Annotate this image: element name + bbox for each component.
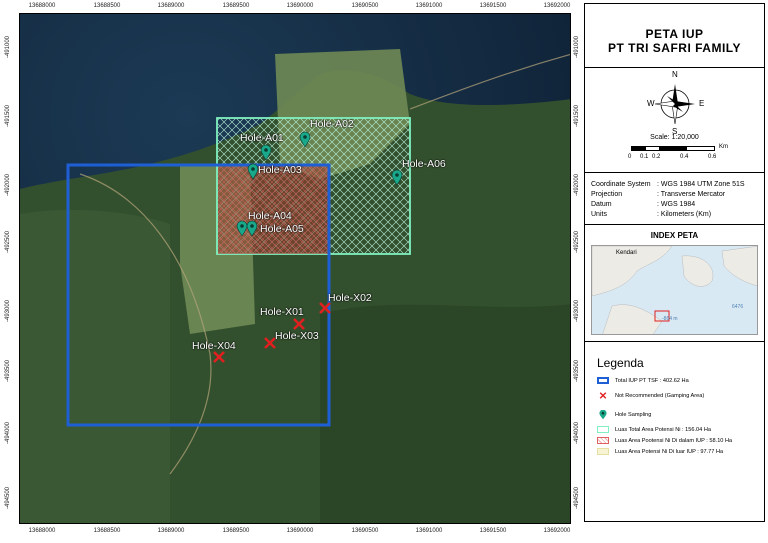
- index-map-place: Kendari: [616, 250, 637, 256]
- y-tick-label: -492500: [5, 230, 11, 254]
- index-map-title: INDEX PETA: [650, 231, 699, 240]
- legend-item: Luas Area Potensi Ni Di luar IUP : 97.77…: [597, 448, 723, 455]
- left-coordinate-ticks: -491000 -491500 -492000 -492500 -493000 -4935…: [0, 13, 19, 524]
- iup-boundary-symbol: [597, 377, 609, 384]
- hole-a02-label: Hole-A02: [310, 118, 354, 130]
- y-tick-label: -494000: [574, 421, 580, 445]
- x-tick-label: 13688000: [28, 3, 56, 9]
- x-tick-label: 13689000: [157, 528, 185, 534]
- y-tick-label: -493000: [574, 299, 580, 323]
- coord-row: Projection: Transverse Mercator: [591, 191, 726, 198]
- y-tick-label: -491000: [5, 35, 11, 59]
- y-tick-label: -492000: [5, 173, 11, 197]
- index-map-sea-label: 6476: [732, 304, 744, 310]
- x-tick-label: 13689000: [157, 3, 185, 9]
- y-tick-label: -493500: [574, 359, 580, 383]
- hole-x03-label: Hole-X03: [275, 330, 319, 342]
- y-tick-label: -491000: [574, 35, 580, 59]
- legend-title: Legenda: [597, 356, 644, 370]
- map-canvas[interactable]: Hole-A01 Hole-A02 Hole-A03 Hole-A04 Hole…: [19, 13, 571, 524]
- index-map-depth-label: -864 m: [662, 316, 678, 322]
- coord-row: Coordinate System: WGS 1984 UTM Zone 51S: [591, 181, 745, 188]
- hole-a06-label: Hole-A06: [402, 158, 446, 170]
- hole-a04-label: Hole-A04: [248, 210, 292, 222]
- hole-x04-label: Hole-X04: [192, 340, 236, 352]
- x-tick-label: 13688000: [28, 528, 56, 534]
- compass-n: N: [672, 70, 678, 79]
- x-marker-icon: [599, 392, 607, 399]
- hole-a03-label: Hole-A03: [258, 164, 302, 176]
- hole-a01-label: Hole-A01: [240, 132, 284, 144]
- x-tick-label: 13690000: [286, 3, 314, 9]
- x-tick-label: 13691000: [415, 528, 443, 534]
- title-section: PETA IUP PT TRI SAFRI FAMILY: [585, 4, 764, 68]
- scale-labels: 0 0.1 0.2 0.4 0.6: [628, 154, 717, 160]
- north-arrow-section: N S W E Scale: 1:20,000 Km 0 0.1 0.2 0.4…: [585, 68, 764, 173]
- scale-bar: [631, 146, 715, 151]
- hole-a05-label: Hole-A05: [260, 223, 304, 235]
- x-tick-label: 13690500: [351, 528, 379, 534]
- coord-row: Datum: WGS 1984: [591, 201, 696, 208]
- potensi-total-symbol: [597, 426, 609, 433]
- map-title-line1: PETA IUP: [645, 27, 704, 41]
- y-tick-label: -494500: [5, 486, 11, 510]
- y-tick-label: -492500: [574, 230, 580, 254]
- coordinate-section: Coordinate System: WGS 1984 UTM Zone 51S…: [585, 173, 764, 225]
- hole-x01-label: Hole-X01: [260, 306, 304, 318]
- x-tick-label: 13690000: [286, 528, 314, 534]
- map-title-line2: PT TRI SAFRI FAMILY: [607, 41, 742, 55]
- index-map: Kendari 6476 -864 m: [591, 245, 758, 335]
- y-tick-label: -494000: [5, 421, 11, 445]
- x-tick-label: 13692000: [543, 528, 571, 534]
- x-tick-label: 13689500: [222, 528, 250, 534]
- x-tick-label: 13688500: [93, 3, 121, 9]
- compass-w: W: [647, 99, 655, 108]
- map-pin-icon: [599, 410, 607, 420]
- x-tick-label: 13688500: [93, 528, 121, 534]
- scale-unit: Km: [719, 144, 728, 150]
- index-map-section: INDEX PETA Kendari 6476 -864 m: [585, 225, 764, 342]
- potensi-outside-symbol: [597, 448, 609, 455]
- scale-text: Scale: 1:20,000: [650, 134, 699, 141]
- legend-item: Total IUP PT TSF : 402.62 Ha: [597, 377, 689, 384]
- satellite-map: [20, 14, 570, 523]
- top-coordinate-ticks: 13688000 13688500 13689000 13689500 13690000…: [19, 0, 571, 13]
- legend-item: Luas Total Area Potensi Ni : 156.04 Ha: [597, 426, 711, 433]
- bottom-coordinate-ticks: 13688000 13688500 13689000 13689500 13690000…: [19, 525, 571, 538]
- y-tick-label: -491500: [574, 104, 580, 128]
- compass-e: E: [699, 99, 705, 108]
- map-info-panel: PETA IUP PT TRI SAFRI FAMILY N S W E Sca…: [584, 3, 765, 522]
- right-coordinate-ticks: -491000 -491500 -492000 -492500 -493000 -4935…: [571, 13, 584, 524]
- x-tick-label: 13690500: [351, 3, 379, 9]
- legend-section: Legenda Total IUP PT TSF : 402.62 Ha Not…: [585, 342, 764, 523]
- y-tick-label: -493500: [5, 359, 11, 383]
- y-tick-label: -493000: [5, 299, 11, 323]
- y-tick-label: -492000: [574, 173, 580, 197]
- legend-item: Not Recommended (Gamping Area): [597, 392, 704, 399]
- x-tick-label: 13691000: [415, 3, 443, 9]
- hole-x02-label: Hole-X02: [328, 292, 372, 304]
- x-tick-label: 13691500: [479, 528, 507, 534]
- x-tick-label: 13691500: [479, 3, 507, 9]
- legend-item: Hole Sampling: [597, 410, 651, 420]
- coord-row: Units: Kilometers (Km): [591, 211, 712, 218]
- potensi-inside-symbol: [597, 437, 609, 444]
- legend-item: Luas Area Pootensi Ni Di dalam IUP : 58.…: [597, 437, 732, 444]
- y-tick-label: -491500: [5, 104, 11, 128]
- y-tick-label: -494500: [574, 486, 580, 510]
- x-tick-label: 13692000: [543, 3, 571, 9]
- x-tick-label: 13689500: [222, 3, 250, 9]
